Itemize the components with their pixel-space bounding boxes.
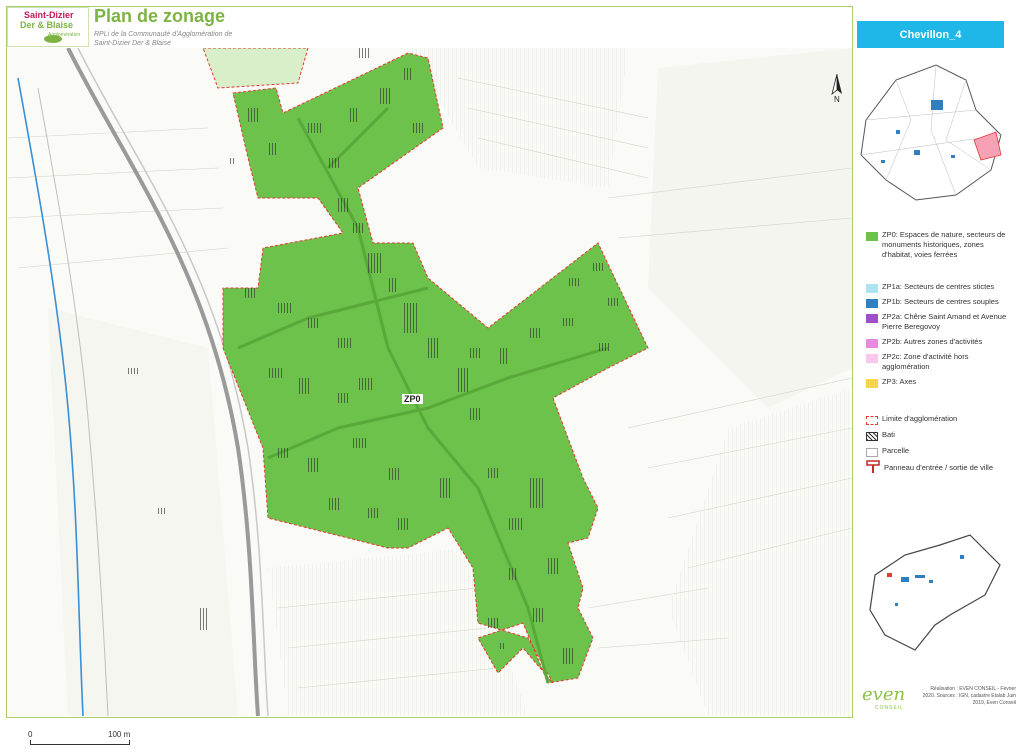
legend-label: ZP1b: Secteurs de centres souples: [882, 297, 999, 306]
legend-label: Parcelle: [882, 446, 910, 455]
swatch-zp3: [866, 379, 878, 388]
sign-icon: [866, 460, 880, 473]
even-conseil-sub: CONSEIL: [875, 705, 904, 711]
legend-label: ZP1a: Secteurs de centres stictes: [882, 282, 995, 291]
swatch-zp2b: [866, 339, 878, 348]
legend-label: ZP2c: Zone d'activité hors agglomération: [882, 352, 969, 371]
legend-label: ZP3: Axes: [882, 377, 917, 386]
neighbour-zone: [202, 47, 309, 89]
swatch-zp2c: [866, 354, 878, 363]
map-svg: [7, 47, 853, 717]
commune-minimap: [865, 525, 1010, 653]
credits-text: Réalisation : EVEN CONSEIL - Février 202…: [922, 686, 1016, 706]
page-subtitle: RPLi de la Communauté d'Agglomération de…: [94, 31, 233, 47]
swatch-zp1a: [866, 284, 878, 293]
map-canvas[interactable]: ZP0 N 0 100 m: [7, 47, 853, 745]
scale-start-label: 0: [28, 730, 33, 739]
swatch-zp2a: [866, 314, 878, 323]
legend-label: Panneau d'entrée / sortie de ville: [884, 463, 994, 472]
even-conseil-logo: even: [862, 684, 906, 705]
swatch-parcel: [866, 448, 878, 457]
zone-label-zp0: ZP0: [402, 394, 423, 404]
scale-end-label: 100 m: [108, 730, 131, 739]
legend-label: Limite d'agglomération: [882, 414, 958, 423]
agglomeration-logo: Saint-Dizier Der & Blaise Agglomération: [7, 7, 89, 47]
leaf-icon: [44, 35, 62, 43]
logo-line1: Saint-Dizier: [24, 10, 74, 20]
commune-banner: Chevillon_4: [857, 21, 1004, 48]
logo-line2: Der & Blaise: [20, 20, 74, 30]
legend-label: ZP2a: Chêne Saint Amand et Avenue Pierre…: [882, 312, 1007, 331]
scale-bar: 0 100 m: [28, 730, 160, 756]
north-arrow-icon: N: [828, 72, 846, 112]
swatch-dashed-red: [866, 416, 878, 425]
north-label: N: [834, 95, 840, 104]
location-map: [856, 60, 1010, 208]
swatch-hatched: [866, 432, 878, 441]
legend-label: ZP2b: Autres zones d'activités: [882, 337, 983, 346]
page-title: Plan de zonage: [94, 6, 226, 26]
legend-label: ZP0: Espaces de nature, secteurs de monu…: [882, 230, 1006, 259]
legend-label: Bati: [882, 430, 895, 439]
field-area: [48, 308, 238, 716]
swatch-zp0: [866, 232, 878, 241]
swatch-zp1b: [866, 299, 878, 308]
